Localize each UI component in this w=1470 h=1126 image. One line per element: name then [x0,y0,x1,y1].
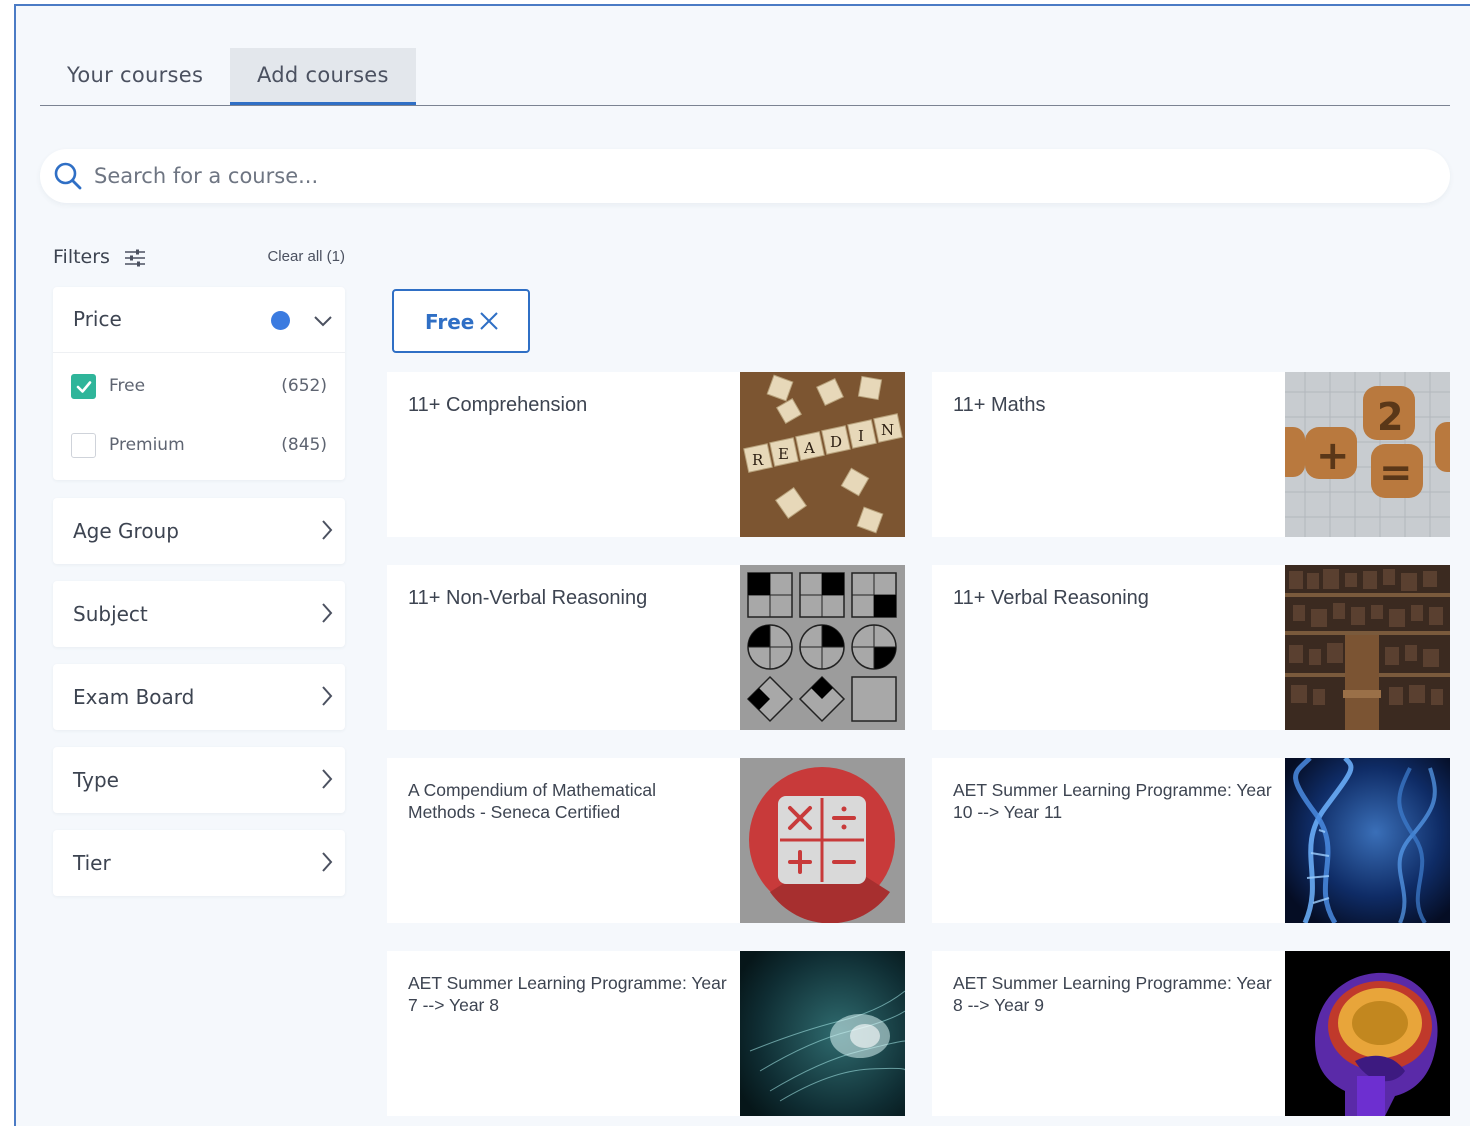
svg-text:R: R [752,451,764,469]
tab-add-courses[interactable]: Add courses [230,48,416,105]
course-title: 11+ Comprehension [408,394,588,416]
chip-label: Free [425,310,475,334]
filter-subject[interactable]: Subject [53,581,345,647]
course-title: AET Summer Learning Programme: Year 7 --… [408,973,727,1015]
filter-label: Exam Board [73,685,195,709]
chevron-right-icon [322,852,333,872]
course-card-11plus-maths[interactable]: 11+ Maths + 2 = [932,372,1450,537]
course-card-compendium-mathematical-methods[interactable]: A Compendium of Mathematical Methods - S… [387,758,905,923]
svg-text:A: A [803,439,815,457]
tab-your-courses[interactable]: Your courses [40,48,230,105]
svg-text:D: D [830,433,842,451]
scrabble-tiles-reading-image: REA DIN [740,372,905,537]
course-card-11plus-comprehension[interactable]: 11+ Comprehension REA DI N [387,372,905,537]
search-input[interactable] [94,157,1394,195]
search-bar [40,149,1450,203]
course-title: AET Summer Learning Programme: Year 8 --… [953,973,1272,1015]
search-icon [54,162,82,190]
price-option-free[interactable]: Free (652) [71,374,327,400]
chevron-right-icon [322,686,333,706]
filter-label: Tier [73,851,111,875]
active-filter-indicator [271,311,290,330]
svg-text:N: N [881,421,894,439]
course-card-aet-year8-year9[interactable]: AET Summer Learning Programme: Year 8 --… [932,951,1450,1116]
option-count: (652) [281,376,327,396]
free-checkbox[interactable] [71,374,96,399]
neural-network-image [740,951,905,1116]
close-icon[interactable] [479,311,499,331]
filter-exam-board[interactable]: Exam Board [53,664,345,730]
filter-price-header[interactable]: Price [53,287,345,353]
course-title: 11+ Maths [953,394,1046,416]
course-title: AET Summer Learning Programme: Year 10 -… [953,780,1272,822]
course-card-11plus-non-verbal-reasoning[interactable]: 11+ Non-Verbal Reasoning [387,565,905,730]
svg-text:E: E [778,445,789,463]
checkmark-icon [76,381,92,393]
filter-age-group[interactable]: Age Group [53,498,345,564]
brain-mri-scan-image [1285,951,1450,1116]
course-title: A Compendium of Mathematical Methods - S… [408,780,657,822]
course-card-aet-year7-year8[interactable]: AET Summer Learning Programme: Year 7 --… [387,951,905,1116]
shape-pattern-grid-image [740,565,905,730]
svg-text:2: 2 [1377,395,1403,439]
chevron-right-icon [322,520,333,540]
chevron-right-icon [322,603,333,623]
letterpress-type-blocks-image [1285,565,1450,730]
svg-text:+: + [1316,433,1350,479]
course-title: 11+ Verbal Reasoning [953,587,1149,609]
filter-label: Type [73,768,119,792]
filter-label: Age Group [73,519,179,543]
filter-price-label: Price [73,307,122,331]
cookie-math-symbols-image: + 2 = [1285,372,1450,537]
filter-price: Price Free (652) Premium (845) [53,287,345,480]
option-count: (845) [281,435,327,455]
filter-label: Subject [73,602,148,626]
chevron-down-icon [314,316,332,327]
clear-all-filters-link[interactable]: Clear all (1) [267,248,345,265]
premium-checkbox[interactable] [71,433,96,458]
chevron-right-icon [322,769,333,789]
course-card-aet-year10-year11[interactable]: AET Summer Learning Programme: Year 10 -… [932,758,1450,923]
svg-text:I: I [858,427,864,445]
filters-title: Filters [53,246,110,268]
active-filter-chip-free[interactable]: Free [392,289,530,353]
filter-tier[interactable]: Tier [53,830,345,896]
course-card-11plus-verbal-reasoning[interactable]: 11+ Verbal Reasoning [932,565,1450,730]
svg-text:=: = [1379,450,1413,496]
sliders-icon [125,249,145,267]
calculator-operators-icon-image [740,758,905,923]
price-option-premium[interactable]: Premium (845) [71,433,327,459]
option-label: Premium [109,435,185,455]
option-label: Free [109,376,146,396]
course-title: 11+ Non-Verbal Reasoning [408,587,648,609]
filter-type[interactable]: Type [53,747,345,813]
dna-helix-image [1285,758,1450,923]
filters-header: Filters Clear all (1) [53,244,345,272]
course-tabs: Your courses Add courses [40,48,1450,106]
